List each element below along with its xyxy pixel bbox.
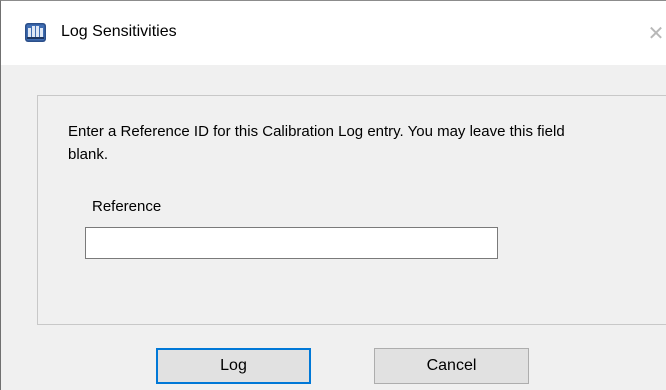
log-button[interactable]: Log: [156, 348, 311, 384]
title-bar: Log Sensitivities ✕: [1, 1, 666, 65]
reference-input[interactable]: [85, 227, 498, 259]
cancel-button[interactable]: Cancel: [374, 348, 529, 384]
log-sensitivities-dialog: Log Sensitivities ✕ Enter a Reference ID…: [0, 0, 666, 390]
instructions-text: Enter a Reference ID for this Calibratio…: [68, 123, 565, 163]
window-title: Log Sensitivities: [61, 23, 177, 40]
close-icon[interactable]: ✕: [641, 15, 666, 51]
app-icon: [25, 23, 46, 42]
reference-label: Reference: [92, 198, 162, 215]
